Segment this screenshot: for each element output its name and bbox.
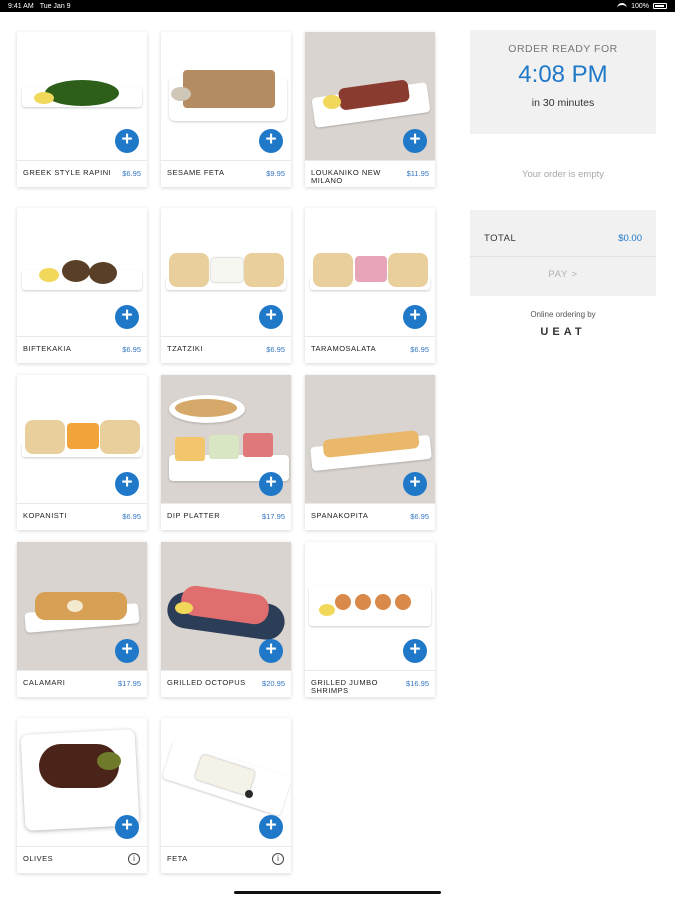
item-name: FETA — [167, 854, 188, 863]
status-date: Tue Jan 9 — [39, 2, 71, 10]
item-name: OLIVES — [23, 854, 54, 863]
menu-item-card[interactable]: + BIFTEKAKIA $6.95 — [17, 208, 147, 363]
add-item-button[interactable]: + — [259, 639, 283, 663]
item-name: SESAME FETA — [167, 168, 225, 177]
item-price: $9.95 — [266, 169, 285, 178]
ready-time[interactable]: 4:08 PM — [470, 61, 656, 89]
item-price: $6.95 — [122, 512, 141, 521]
card-divider — [305, 670, 435, 671]
add-item-button[interactable]: + — [403, 305, 427, 329]
card-divider — [161, 846, 291, 847]
total-panel: TOTAL $0.00 PAY > — [470, 216, 656, 296]
card-divider — [305, 503, 435, 504]
item-price: $6.95 — [122, 345, 141, 354]
total-value: $0.00 — [618, 233, 642, 244]
menu-item-card[interactable]: + LOUKANIKO NEW MILANO $11.95 — [305, 32, 435, 187]
card-divider — [161, 503, 291, 504]
zigzag-edge — [470, 128, 656, 134]
item-price: $20.95 — [262, 679, 285, 688]
add-item-button[interactable]: + — [115, 639, 139, 663]
card-divider — [305, 336, 435, 337]
empty-order-message: Your order is empty — [521, 169, 605, 180]
item-price: $11.95 — [406, 169, 429, 178]
card-divider — [161, 336, 291, 337]
card-divider — [17, 846, 147, 847]
card-divider — [305, 160, 435, 161]
item-name: GREEK STYLE RAPINI — [23, 168, 112, 177]
status-bar: 9:41 AM Tue Jan 9 100% — [0, 0, 675, 12]
item-price: $17.95 — [262, 512, 285, 521]
item-price: $6.95 — [410, 345, 429, 354]
item-name: SPANAKOPITA — [311, 511, 369, 520]
ready-subtitle: in 30 minutes — [531, 97, 595, 109]
home-indicator[interactable] — [234, 891, 441, 894]
item-name: TZATZIKI — [167, 344, 203, 353]
menu-item-card[interactable]: + SPANAKOPITA $6.95 — [305, 375, 435, 530]
add-item-button[interactable]: + — [259, 815, 283, 839]
wifi-icon — [617, 3, 628, 9]
card-divider — [17, 670, 147, 671]
pay-button[interactable]: PAY > — [470, 262, 656, 288]
item-name: GRILLED JUMBO SHRIMPS — [311, 678, 378, 695]
menu-item-card[interactable]: + GRILLED OCTOPUS $20.95 — [161, 542, 291, 697]
powered-by-text: Online ordering by — [530, 310, 596, 319]
add-item-button[interactable]: + — [403, 472, 427, 496]
menu-item-card[interactable]: + DIP PLATTER $17.95 — [161, 375, 291, 530]
battery-icon — [653, 3, 667, 9]
menu-item-card[interactable]: + SESAME FETA $9.95 — [161, 32, 291, 187]
item-name: GRILLED OCTOPUS — [167, 678, 246, 687]
add-item-button[interactable]: + — [115, 472, 139, 496]
item-name: LOUKANIKO NEW MILANO — [311, 168, 381, 185]
status-time: 9:41 AM — [8, 2, 34, 10]
order-ready-panel: ORDER READY FOR 4:08 PM in 30 minutes — [470, 30, 656, 128]
item-price: $16.95 — [406, 679, 429, 688]
item-name: KOPANISTI — [23, 511, 67, 520]
total-divider — [470, 256, 656, 257]
menu-item-card[interactable]: + GRILLED JUMBO SHRIMPS $16.95 — [305, 542, 435, 697]
battery-percent: 100% — [631, 2, 649, 10]
item-price: $6.95 — [122, 169, 141, 178]
menu-item-card[interactable]: + TZATZIKI $6.95 — [161, 208, 291, 363]
brand-logo: UEAT — [540, 326, 586, 338]
card-divider — [17, 503, 147, 504]
item-name: BIFTEKAKIA — [23, 344, 72, 353]
add-item-button[interactable]: + — [115, 305, 139, 329]
menu-item-card[interactable]: + FETA i — [161, 718, 291, 873]
card-divider — [17, 160, 147, 161]
card-divider — [161, 160, 291, 161]
add-item-button[interactable]: + — [259, 472, 283, 496]
menu-item-card[interactable]: + KOPANISTI $6.95 — [17, 375, 147, 530]
total-label: TOTAL — [484, 233, 517, 244]
menu-item-card[interactable]: + CALAMARI $17.95 — [17, 542, 147, 697]
item-name: CALAMARI — [23, 678, 66, 687]
ready-label: ORDER READY FOR — [508, 43, 618, 55]
add-item-button[interactable]: + — [115, 129, 139, 153]
add-item-button[interactable]: + — [259, 129, 283, 153]
add-item-button[interactable]: + — [115, 815, 139, 839]
info-icon[interactable]: i — [128, 853, 140, 865]
item-price: $17.95 — [118, 679, 141, 688]
item-price: $6.95 — [266, 345, 285, 354]
info-icon[interactable]: i — [272, 853, 284, 865]
card-divider — [17, 336, 147, 337]
item-price: $6.95 — [410, 512, 429, 521]
menu-item-card[interactable]: + TARAMOSALATA $6.95 — [305, 208, 435, 363]
card-divider — [161, 670, 291, 671]
menu-item-card[interactable]: + GREEK STYLE RAPINI $6.95 — [17, 32, 147, 187]
add-item-button[interactable]: + — [259, 305, 283, 329]
add-item-button[interactable]: + — [403, 639, 427, 663]
item-name: DIP PLATTER — [167, 511, 221, 520]
menu-item-card[interactable]: + OLIVES i — [17, 718, 147, 873]
item-name: TARAMOSALATA — [311, 344, 377, 353]
add-item-button[interactable]: + — [403, 129, 427, 153]
